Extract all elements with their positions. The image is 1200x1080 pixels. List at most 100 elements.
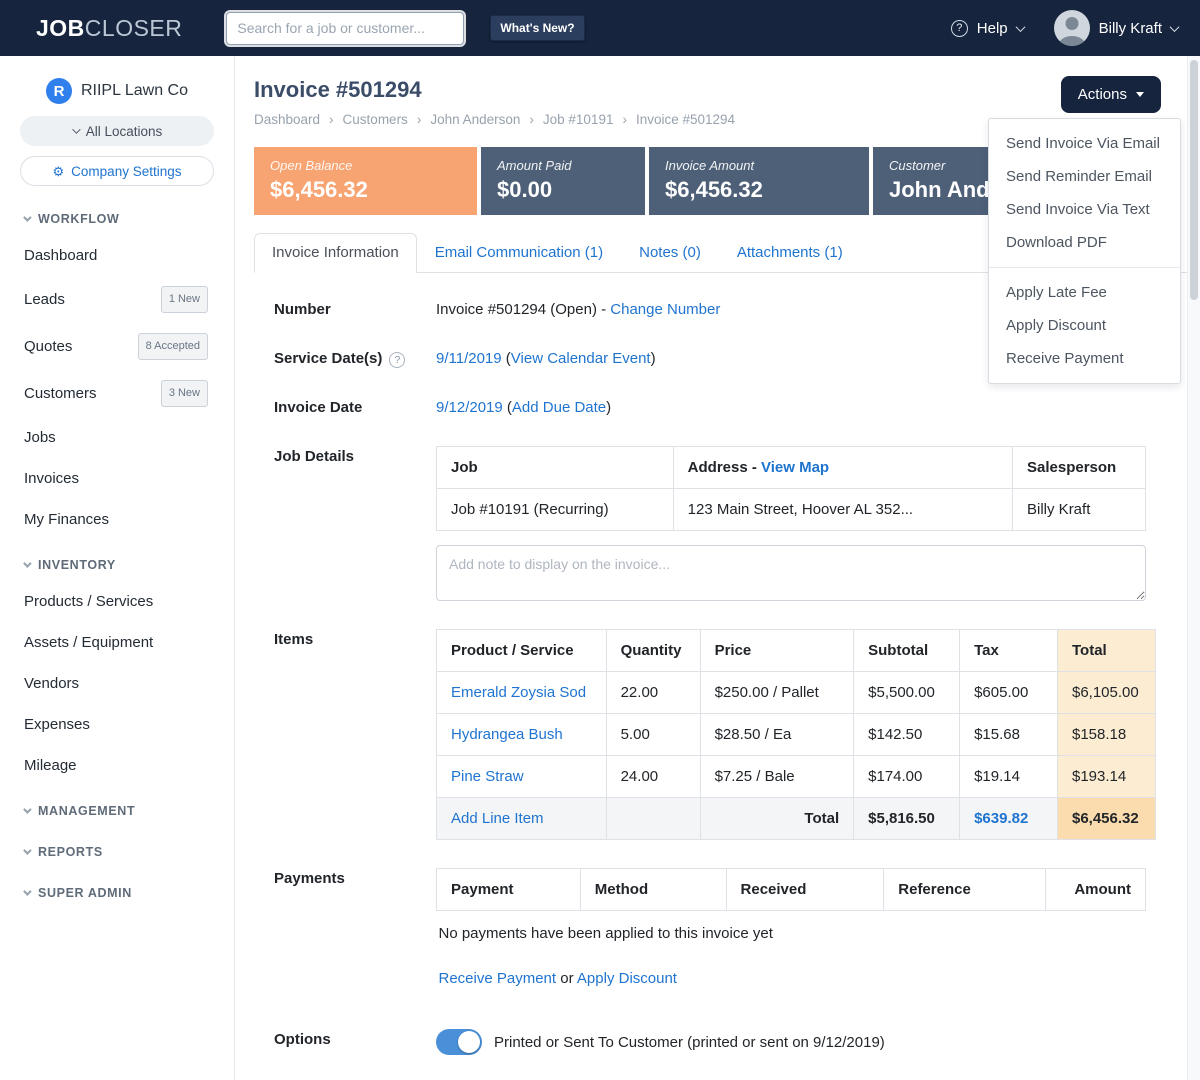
scrollbar-thumb[interactable]	[1190, 60, 1198, 300]
page-title: Invoice #501294	[254, 76, 735, 103]
sidebar-section-super-admin: SUPER ADMIN	[0, 876, 234, 909]
customers-badge: 3 New	[161, 380, 208, 407]
invoice-date-link[interactable]: 9/12/2019	[436, 399, 503, 416]
menu-item-send-invoice-via-text[interactable]: Send Invoice Via Text	[989, 193, 1180, 226]
items-header-row: Product / Service Quantity Price Subtota…	[437, 630, 1156, 672]
tab-notes[interactable]: Notes (0)	[621, 233, 719, 273]
sidebar-item-vendors[interactable]: Vendors	[0, 663, 234, 704]
salesperson-col-header: Salesperson	[1013, 447, 1146, 489]
breadcrumb: Dashboard › Customers › John Anderson › …	[254, 112, 735, 127]
breadcrumb-job[interactable]: Job #10191	[543, 112, 614, 127]
sidebar-item-leads[interactable]: Leads1 New	[0, 276, 234, 323]
actions-button[interactable]: Actions	[1061, 76, 1161, 113]
add-due-date-link[interactable]: Add Due Date	[512, 399, 606, 416]
number-value: Invoice #501294 (Open) - Change Number	[436, 299, 720, 320]
chevron-down-icon	[1170, 22, 1180, 32]
tab-attachments[interactable]: Attachments (1)	[719, 233, 861, 273]
sidebar-section-header-reports[interactable]: REPORTS	[0, 835, 234, 868]
help-circle-icon[interactable]: ?	[389, 352, 405, 368]
items-total-label: Total	[700, 798, 854, 840]
invoice-note-input[interactable]	[436, 545, 1146, 601]
quotes-badge: 8 Accepted	[138, 333, 208, 360]
menu-item-send-reminder-email[interactable]: Send Reminder Email	[989, 160, 1180, 193]
footer-empty-cell	[606, 798, 700, 840]
user-menu[interactable]: Billy Kraft	[1054, 10, 1178, 46]
company-name: RIIPL Lawn Co	[81, 82, 188, 100]
breadcrumb-john-anderson[interactable]: John Anderson	[430, 112, 520, 127]
sidebar-item-expenses[interactable]: Expenses	[0, 704, 234, 745]
menu-item-receive-payment[interactable]: Receive Payment	[989, 342, 1180, 375]
user-name: Billy Kraft	[1099, 20, 1162, 37]
chevron-down-icon	[23, 846, 31, 854]
item-product-link[interactable]: Hydrangea Bush	[451, 726, 563, 743]
printed-sent-text: Printed or Sent To Customer (printed or …	[494, 1034, 885, 1051]
menu-item-apply-discount[interactable]: Apply Discount	[989, 309, 1180, 342]
menu-item-download-pdf[interactable]: Download PDF	[989, 226, 1180, 259]
company-switcher[interactable]: R RIIPL Lawn Co	[0, 76, 234, 106]
gear-icon: ⚙	[53, 165, 65, 178]
payments-row: Payments Payment Method Received Referen…	[274, 868, 1187, 1001]
company-logo-icon: R	[46, 78, 72, 104]
item-product-link[interactable]: Pine Straw	[451, 768, 524, 785]
sidebar-item-my-finances[interactable]: My Finances	[0, 499, 234, 540]
payments-header-row: Payment Method Received Reference Amount	[437, 869, 1146, 911]
breadcrumb-customers[interactable]: Customers	[343, 112, 408, 127]
payments-empty-row: No payments have been applied to this in…	[437, 911, 1146, 957]
printed-sent-toggle[interactable]	[436, 1029, 482, 1055]
avatar	[1054, 10, 1090, 46]
vertical-scrollbar[interactable]	[1187, 56, 1200, 1080]
service-date-link[interactable]: 9/11/2019	[436, 350, 502, 367]
sidebar-section-workflow: WORKFLOW Dashboard Leads1 New Quotes8 Ac…	[0, 202, 234, 540]
sidebar-section-header-super-admin[interactable]: SUPER ADMIN	[0, 876, 234, 909]
service-date-value: 9/11/2019 (View Calendar Event)	[436, 348, 656, 369]
app-logo[interactable]: JOBCLOSER	[36, 15, 182, 42]
help-menu[interactable]: ? Help	[951, 20, 1024, 37]
job-details-data-row: Job #10191 (Recurring) 123 Main Street, …	[437, 489, 1146, 531]
sidebar-section-header-inventory[interactable]: INVENTORY	[0, 548, 234, 581]
items-tax-total-link[interactable]: $639.82	[974, 810, 1028, 827]
breadcrumb-invoice: Invoice #501294	[636, 112, 735, 127]
sidebar-item-invoices[interactable]: Invoices	[0, 458, 234, 499]
sidebar-section-header-workflow[interactable]: WORKFLOW	[0, 202, 234, 235]
sidebar-item-products-services[interactable]: Products / Services	[0, 581, 234, 622]
topbar-right: ? Help Billy Kraft	[951, 10, 1178, 46]
menu-item-send-invoice-via-email[interactable]: Send Invoice Via Email	[989, 127, 1180, 160]
sidebar-item-quotes[interactable]: Quotes8 Accepted	[0, 323, 234, 370]
item-row: Emerald Zoysia Sod 22.00 $250.00 / Palle…	[437, 672, 1156, 714]
add-line-item-link[interactable]: Add Line Item	[451, 810, 544, 827]
view-calendar-event-link[interactable]: View Calendar Event	[511, 350, 651, 367]
job-details-table: Job Address - View Map Salesperson Job #…	[436, 446, 1146, 531]
job-details-row: Job Details Job Address - View Map Sales…	[274, 446, 1187, 601]
view-map-link[interactable]: View Map	[761, 459, 829, 476]
number-label: Number	[274, 299, 436, 320]
receive-payment-link[interactable]: Receive Payment	[439, 970, 557, 987]
items-subtotal-value: $5,816.50	[854, 798, 960, 840]
tab-invoice-information[interactable]: Invoice Information	[254, 233, 417, 273]
apply-discount-link[interactable]: Apply Discount	[577, 970, 677, 987]
settings-label: Company Settings	[71, 164, 181, 179]
sidebar-item-dashboard[interactable]: Dashboard	[0, 235, 234, 276]
tab-email-communication[interactable]: Email Communication (1)	[417, 233, 621, 273]
sidebar-item-mileage[interactable]: Mileage	[0, 745, 234, 786]
sidebar-section-header-management[interactable]: MANAGEMENT	[0, 794, 234, 827]
payments-label: Payments	[274, 868, 436, 1001]
change-number-link[interactable]: Change Number	[610, 301, 720, 318]
sidebar-item-assets-equipment[interactable]: Assets / Equipment	[0, 622, 234, 663]
sidebar-section-reports: REPORTS	[0, 835, 234, 868]
breadcrumb-dashboard[interactable]: Dashboard	[254, 112, 320, 127]
all-locations-dropdown[interactable]: All Locations	[20, 116, 214, 146]
item-product-link[interactable]: Emerald Zoysia Sod	[451, 684, 586, 701]
items-grand-total: $6,456.32	[1057, 798, 1155, 840]
whats-new-button[interactable]: What's New?	[490, 15, 584, 41]
logo-light-text: CLOSER	[85, 15, 183, 41]
job-cell: Job #10191 (Recurring)	[437, 489, 674, 531]
menu-item-apply-late-fee[interactable]: Apply Late Fee	[989, 276, 1180, 309]
sidebar-item-jobs[interactable]: Jobs	[0, 417, 234, 458]
search-input[interactable]	[226, 12, 464, 45]
help-label: Help	[977, 20, 1008, 37]
options-row: Options Printed or Sent To Customer (pri…	[274, 1029, 1187, 1055]
company-settings-button[interactable]: ⚙ Company Settings	[20, 156, 214, 186]
breadcrumb-separator: ›	[417, 112, 422, 127]
breadcrumb-separator: ›	[622, 112, 627, 127]
sidebar-item-customers[interactable]: Customers3 New	[0, 370, 234, 417]
